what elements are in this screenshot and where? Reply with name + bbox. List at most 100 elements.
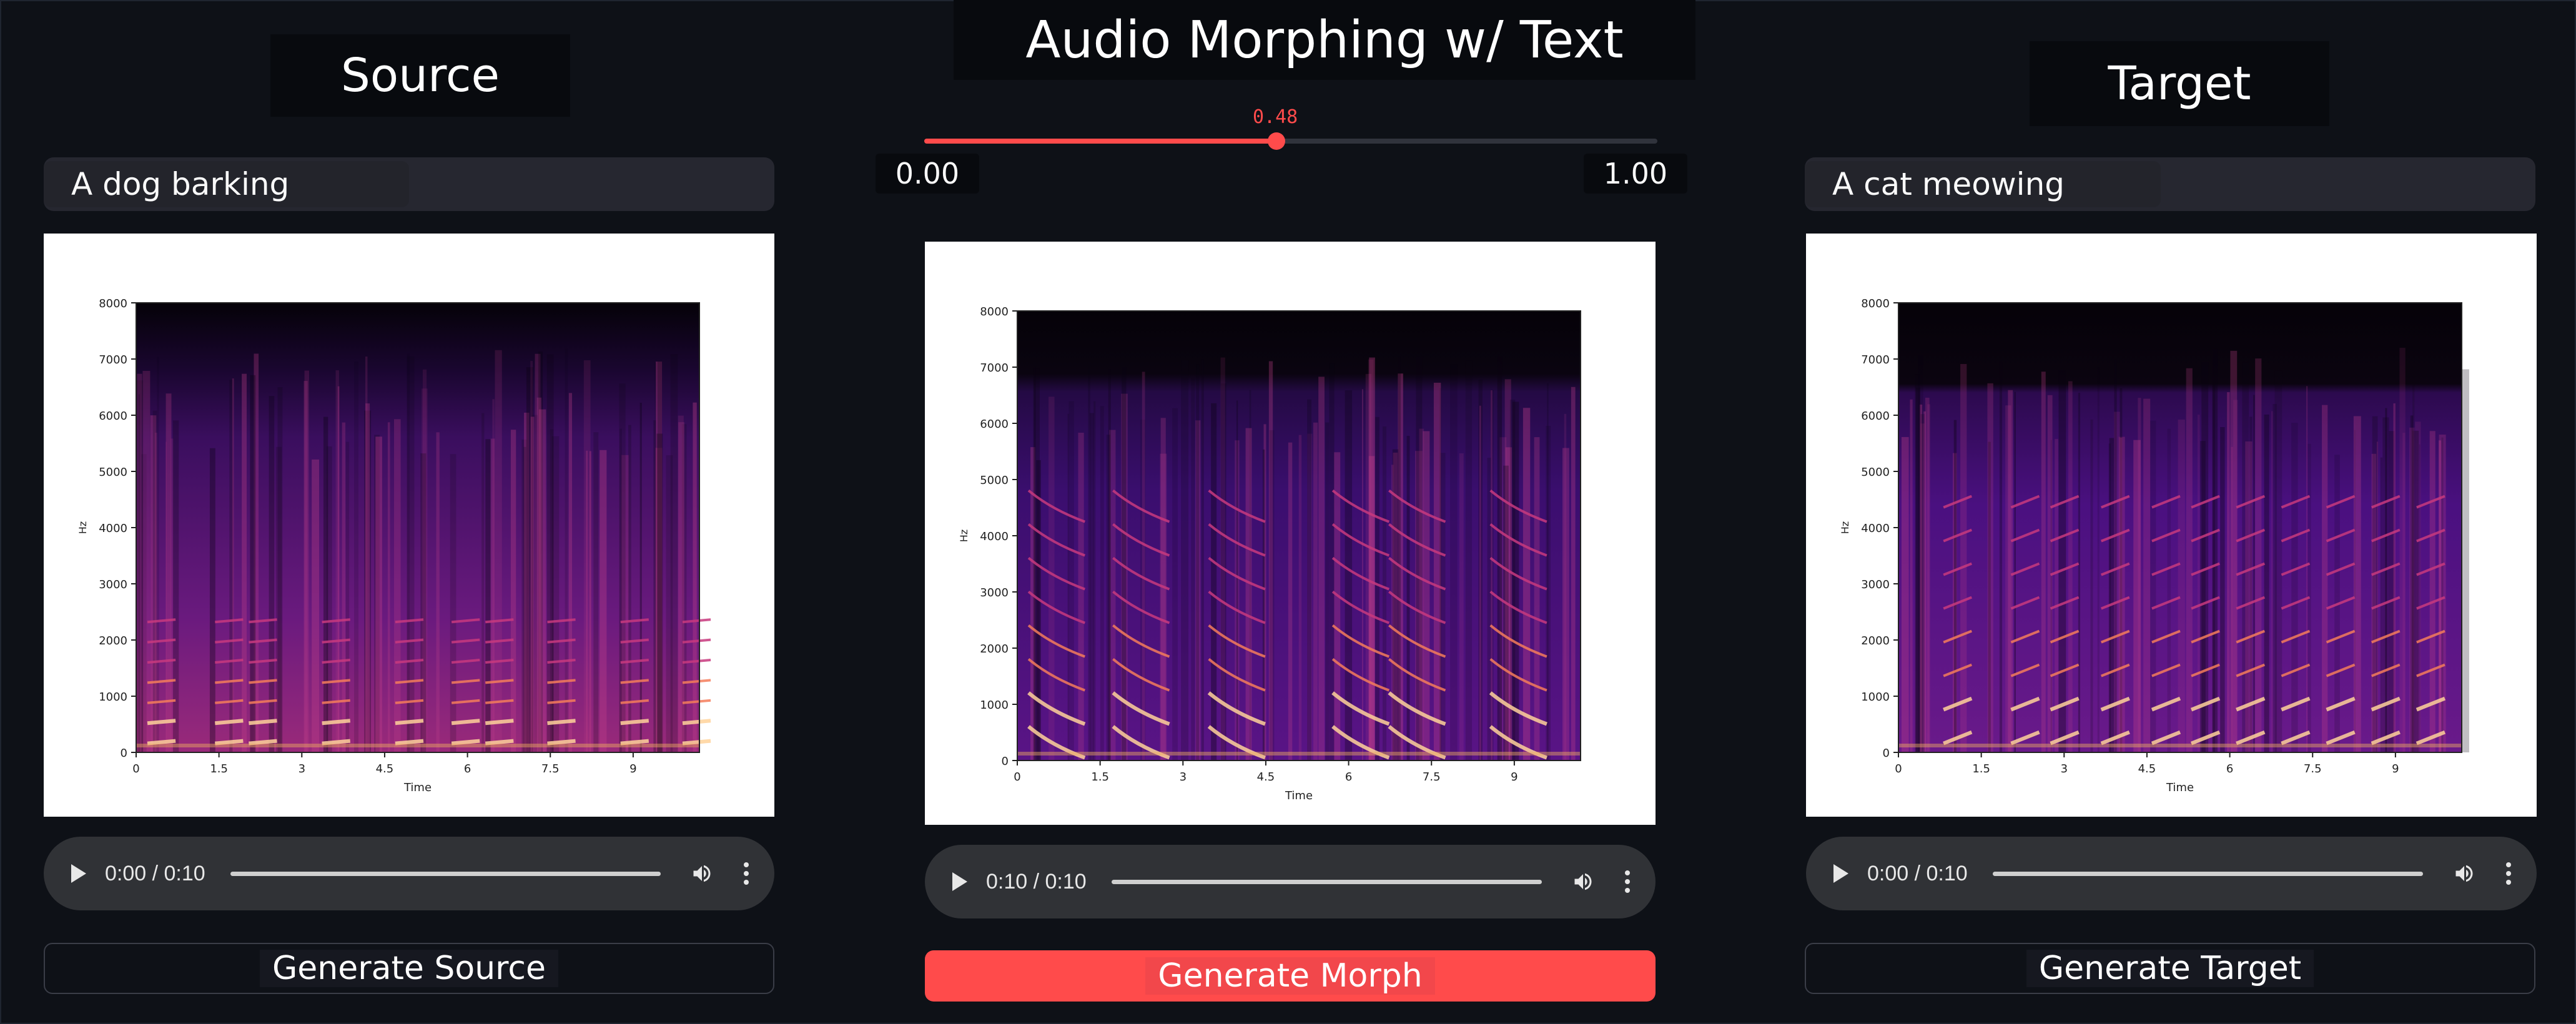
y-tick-label: 2000 (99, 634, 127, 647)
x-tick-label: 4.5 (2138, 762, 2156, 775)
page-title: Audio Morphing w/ Text (954, 0, 1695, 80)
x-tick-label: 4.5 (376, 762, 394, 775)
x-tick-label: 0 (1895, 762, 1902, 775)
y-tick-label: 5000 (99, 466, 127, 479)
morph-slider-thumb[interactable] (1267, 132, 1285, 150)
x-tick-label: 0 (1014, 770, 1020, 784)
x-tick-label: 6 (1345, 770, 1352, 784)
generate-morph-button[interactable]: Generate Morph (925, 950, 1656, 1002)
target-audio-time: 0:00 / 0:10 (1867, 861, 1968, 885)
y-tick-label: 6000 (99, 410, 127, 423)
morph-slider[interactable] (924, 132, 1657, 150)
page-title-text: Audio Morphing w/ Text (1025, 10, 1624, 70)
target-title-text: Target (2108, 57, 2251, 111)
source-audio-progress[interactable] (230, 871, 661, 876)
generate-target-label: Generate Target (2026, 950, 2314, 987)
x-axis-label: Time (1285, 789, 1313, 802)
y-tick-label: 0 (1883, 747, 1890, 760)
y-tick-label: 1000 (1861, 691, 1890, 704)
x-tick-label: 0 (132, 762, 139, 775)
target-audio-player[interactable]: 0:00 / 0:10 (1806, 837, 2537, 910)
y-tick-label: 3000 (1861, 578, 1890, 591)
volume-icon[interactable] (2453, 862, 2475, 885)
source-title: Source (270, 34, 570, 117)
morph-audio-player[interactable]: 0:10 / 0:10 (925, 845, 1656, 918)
y-tick-label: 1000 (99, 691, 127, 704)
x-tick-label: 1.5 (1972, 762, 1990, 775)
generate-source-label: Generate Source (260, 950, 558, 987)
x-tick-label: 6 (464, 762, 471, 775)
x-tick-label: 7.5 (2304, 762, 2322, 775)
more-vertical-icon[interactable] (743, 862, 749, 885)
x-tick-label: 3 (1180, 770, 1187, 784)
y-tick-label: 7000 (1861, 353, 1890, 367)
y-tick-label: 5000 (1861, 466, 1890, 479)
y-axis-label: Hz (958, 529, 970, 542)
x-axis-label: Time (403, 781, 432, 794)
target-spectrogram-svg: 0 1000 2000 3000 4000 5000 6000 7000 8000 0 1.5 3 4.… (1839, 297, 2469, 794)
x-axis-label: Time (2166, 781, 2194, 794)
generate-morph-label: Generate Morph (1145, 957, 1435, 995)
y-tick-label: 0 (121, 747, 127, 760)
x-tick-label: 9 (1511, 770, 1517, 784)
y-tick-label: 8000 (1861, 297, 1890, 310)
play-icon[interactable] (1833, 864, 1848, 883)
x-tick-label: 9 (629, 762, 636, 775)
y-axis-label: Hz (1839, 521, 1851, 534)
generate-source-button[interactable]: Generate Source (44, 943, 774, 994)
x-tick-label: 6 (2226, 762, 2233, 775)
source-prompt-text: A dog barking (71, 166, 290, 202)
y-tick-label: 8000 (980, 305, 1009, 318)
target-prompt-input[interactable]: A cat meowing (1805, 157, 2535, 211)
morph-slider-min-text: 0.00 (895, 157, 960, 190)
y-tick-label: 8000 (99, 297, 127, 310)
y-tick-label: 6000 (1861, 410, 1890, 423)
x-tick-label: 7.5 (541, 762, 560, 775)
x-tick-label: 1.5 (210, 762, 228, 775)
y-tick-label: 3000 (99, 578, 127, 591)
y-tick-label: 1000 (980, 699, 1009, 712)
y-axis-label: Hz (77, 521, 89, 534)
morph-slider-min: 0.00 (876, 154, 979, 194)
x-tick-label: 7.5 (1423, 770, 1441, 784)
y-tick-label: 7000 (99, 353, 127, 367)
volume-icon[interactable] (1572, 870, 1594, 893)
x-tick-label: 3 (2061, 762, 2068, 775)
y-tick-label: 0 (1002, 755, 1009, 768)
y-tick-label: 4000 (980, 530, 1009, 543)
x-tick-label: 1.5 (1091, 770, 1109, 784)
y-tick-label: 7000 (980, 362, 1009, 375)
x-tick-label: 4.5 (1257, 770, 1275, 784)
y-tick-label: 3000 (980, 586, 1009, 599)
volume-icon[interactable] (691, 862, 713, 885)
more-vertical-icon[interactable] (2505, 862, 2512, 885)
y-tick-label: 4000 (99, 522, 127, 535)
morph-slider-max: 1.00 (1584, 154, 1687, 194)
y-tick-label: 6000 (980, 418, 1009, 431)
morph-audio-time: 0:10 / 0:10 (986, 869, 1087, 894)
morph-audio-progress[interactable] (1111, 879, 1542, 884)
x-tick-label: 9 (2392, 762, 2399, 775)
source-audio-time: 0:00 / 0:10 (105, 861, 205, 885)
morph-spectrogram: 0 1000 2000 3000 4000 5000 6000 7000 8000 0 1.5 3 4.… (925, 242, 1656, 825)
y-tick-label: 2000 (1861, 634, 1890, 647)
source-title-text: Source (340, 49, 500, 102)
y-tick-label: 4000 (1861, 522, 1890, 535)
play-icon[interactable] (952, 872, 967, 891)
morph-slider-fill (924, 139, 1276, 144)
source-prompt-input[interactable]: A dog barking (44, 157, 774, 211)
source-audio-player[interactable]: 0:00 / 0:10 (44, 837, 774, 910)
play-icon[interactable] (71, 864, 86, 883)
target-title: Target (2030, 41, 2329, 126)
morph-spectrogram-svg: 0 1000 2000 3000 4000 5000 6000 7000 8000 0 1.5 3 4.… (958, 305, 1581, 802)
generate-target-button[interactable]: Generate Target (1805, 943, 2535, 994)
y-tick-label: 2000 (980, 642, 1009, 656)
target-audio-progress[interactable] (1992, 871, 2423, 876)
source-spectrogram-svg: 0 1000 2000 3000 4000 5000 6000 7000 8000 0 1.5 3 4.… (77, 297, 711, 794)
morph-slider-max-text: 1.00 (1603, 157, 1668, 190)
source-spectrogram: 0 1000 2000 3000 4000 5000 6000 7000 8000 0 1.5 3 4.… (44, 234, 774, 817)
target-prompt-text: A cat meowing (1832, 166, 2065, 202)
target-spectrogram: 0 1000 2000 3000 4000 5000 6000 7000 8000 0 1.5 3 4.… (1806, 234, 2537, 817)
more-vertical-icon[interactable] (1624, 870, 1631, 893)
y-tick-label: 5000 (980, 474, 1009, 487)
